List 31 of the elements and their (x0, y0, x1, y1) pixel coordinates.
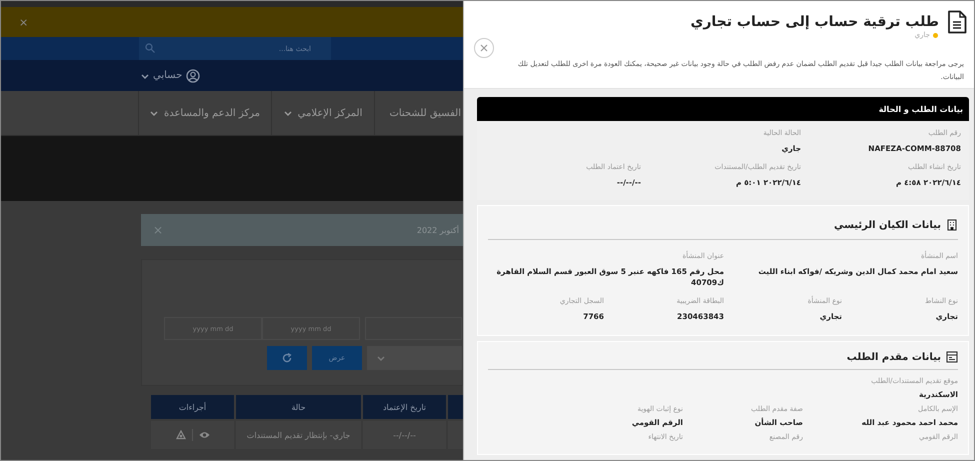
user-icon (186, 68, 200, 82)
table-cell: --/--/-- (363, 421, 446, 449)
chevron-icon (377, 355, 385, 361)
document-icon (947, 10, 967, 34)
chevron-icon (150, 110, 158, 116)
refresh-icon (282, 353, 292, 363)
text-field[interactable] (365, 317, 462, 340)
table-cell: جاري- بإنتظار تقديم المستندات (236, 421, 361, 449)
eye-icon[interactable] (198, 431, 210, 439)
nav-menu-item[interactable]: المركز الإعلامي (271, 91, 374, 135)
close-button[interactable] (474, 38, 494, 58)
nav-menu-item[interactable]: مركز الدعم والمساعدة (138, 91, 271, 135)
chevron-icon (141, 72, 149, 78)
alert-text: أكتوبر 2022 (416, 226, 459, 234)
account-menu[interactable]: حسابي (141, 68, 200, 82)
section-title: بيانات الكيان الرئيسي (834, 220, 941, 230)
column-header: تاريخ الإعتماد (363, 395, 446, 419)
close-icon (480, 44, 488, 52)
section-title: بيانات مقدم الطلب (846, 352, 941, 362)
section-header: بيانات الطلب و الحالة (477, 97, 969, 121)
column-header: أجراءات (151, 395, 234, 419)
search-icon (145, 43, 155, 53)
close-button[interactable]: × (19, 16, 28, 28)
id-card-icon (946, 351, 958, 363)
triangle-icon[interactable] (176, 430, 186, 440)
building-icon (946, 219, 958, 231)
panel-title: طلب ترقية حساب إلى حساب تجاري (690, 14, 939, 30)
chevron-icon (284, 110, 292, 116)
refresh-button[interactable] (267, 346, 307, 370)
column-header: حالة (236, 395, 361, 419)
column-header (448, 395, 463, 419)
